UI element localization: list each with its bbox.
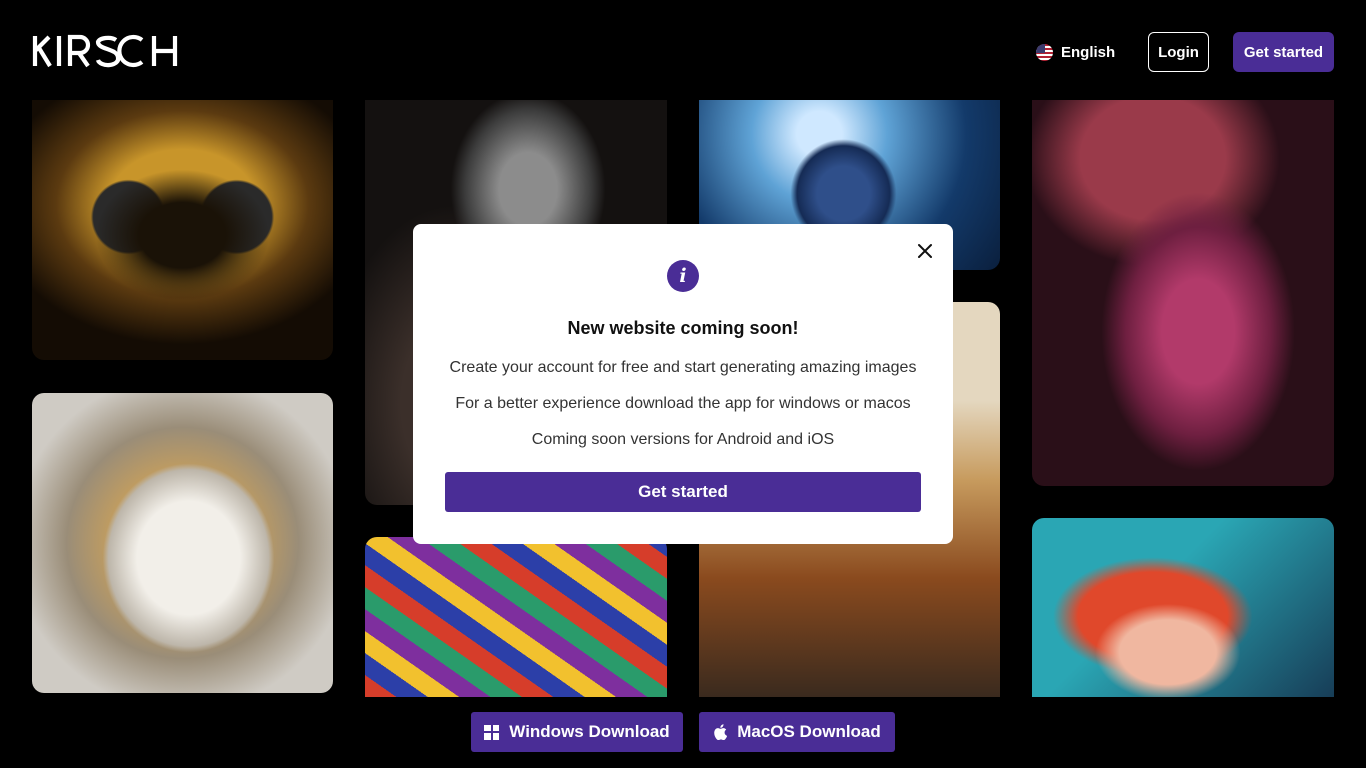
kirsch-logo[interactable] xyxy=(32,34,178,68)
modal-text-line-1: Create your account for free and start g… xyxy=(449,359,917,376)
windows-download-label: Windows Download xyxy=(509,722,670,741)
macos-download-label: MacOS Download xyxy=(737,722,881,741)
page: English Login Get started Windows Downlo… xyxy=(0,0,1366,768)
gallery-image-houses[interactable] xyxy=(365,537,667,697)
gallery-image-wolf[interactable] xyxy=(32,393,333,693)
language-label: English xyxy=(1061,43,1116,61)
macos-download-button[interactable]: MacOS Download xyxy=(699,712,895,752)
modal-text-line-3: Coming soon versions for Android and iOS xyxy=(531,431,835,448)
gallery-image-anime[interactable] xyxy=(1032,518,1334,697)
apple-icon xyxy=(714,724,728,740)
gallery-image-dancer[interactable] xyxy=(1032,100,1334,486)
header-get-started-button[interactable]: Get started xyxy=(1233,32,1334,72)
us-flag-icon xyxy=(1036,43,1053,61)
windows-download-button[interactable]: Windows Download xyxy=(471,712,683,752)
gallery-image-bee[interactable] xyxy=(32,100,333,360)
info-icon: i xyxy=(667,260,699,292)
windows-icon xyxy=(484,724,500,740)
modal-text-line-2: For a better experience download the app… xyxy=(455,395,911,412)
modal-title: New website coming soon! xyxy=(567,318,799,338)
modal-get-started-button[interactable]: Get started xyxy=(445,472,921,512)
close-icon[interactable] xyxy=(914,240,936,262)
login-button[interactable]: Login xyxy=(1148,32,1209,72)
language-selector[interactable]: English xyxy=(1036,42,1115,62)
